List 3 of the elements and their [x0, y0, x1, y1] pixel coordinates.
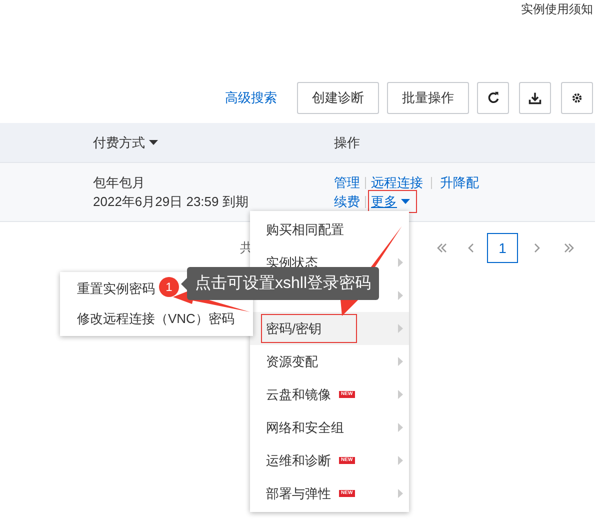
expiry-date: 2022年6月29日 23:59 到期 [93, 193, 250, 210]
annotation-tooltip: 点击可设置xshll登录密码 [187, 267, 380, 300]
billing-type: 包年包月 [93, 174, 146, 191]
